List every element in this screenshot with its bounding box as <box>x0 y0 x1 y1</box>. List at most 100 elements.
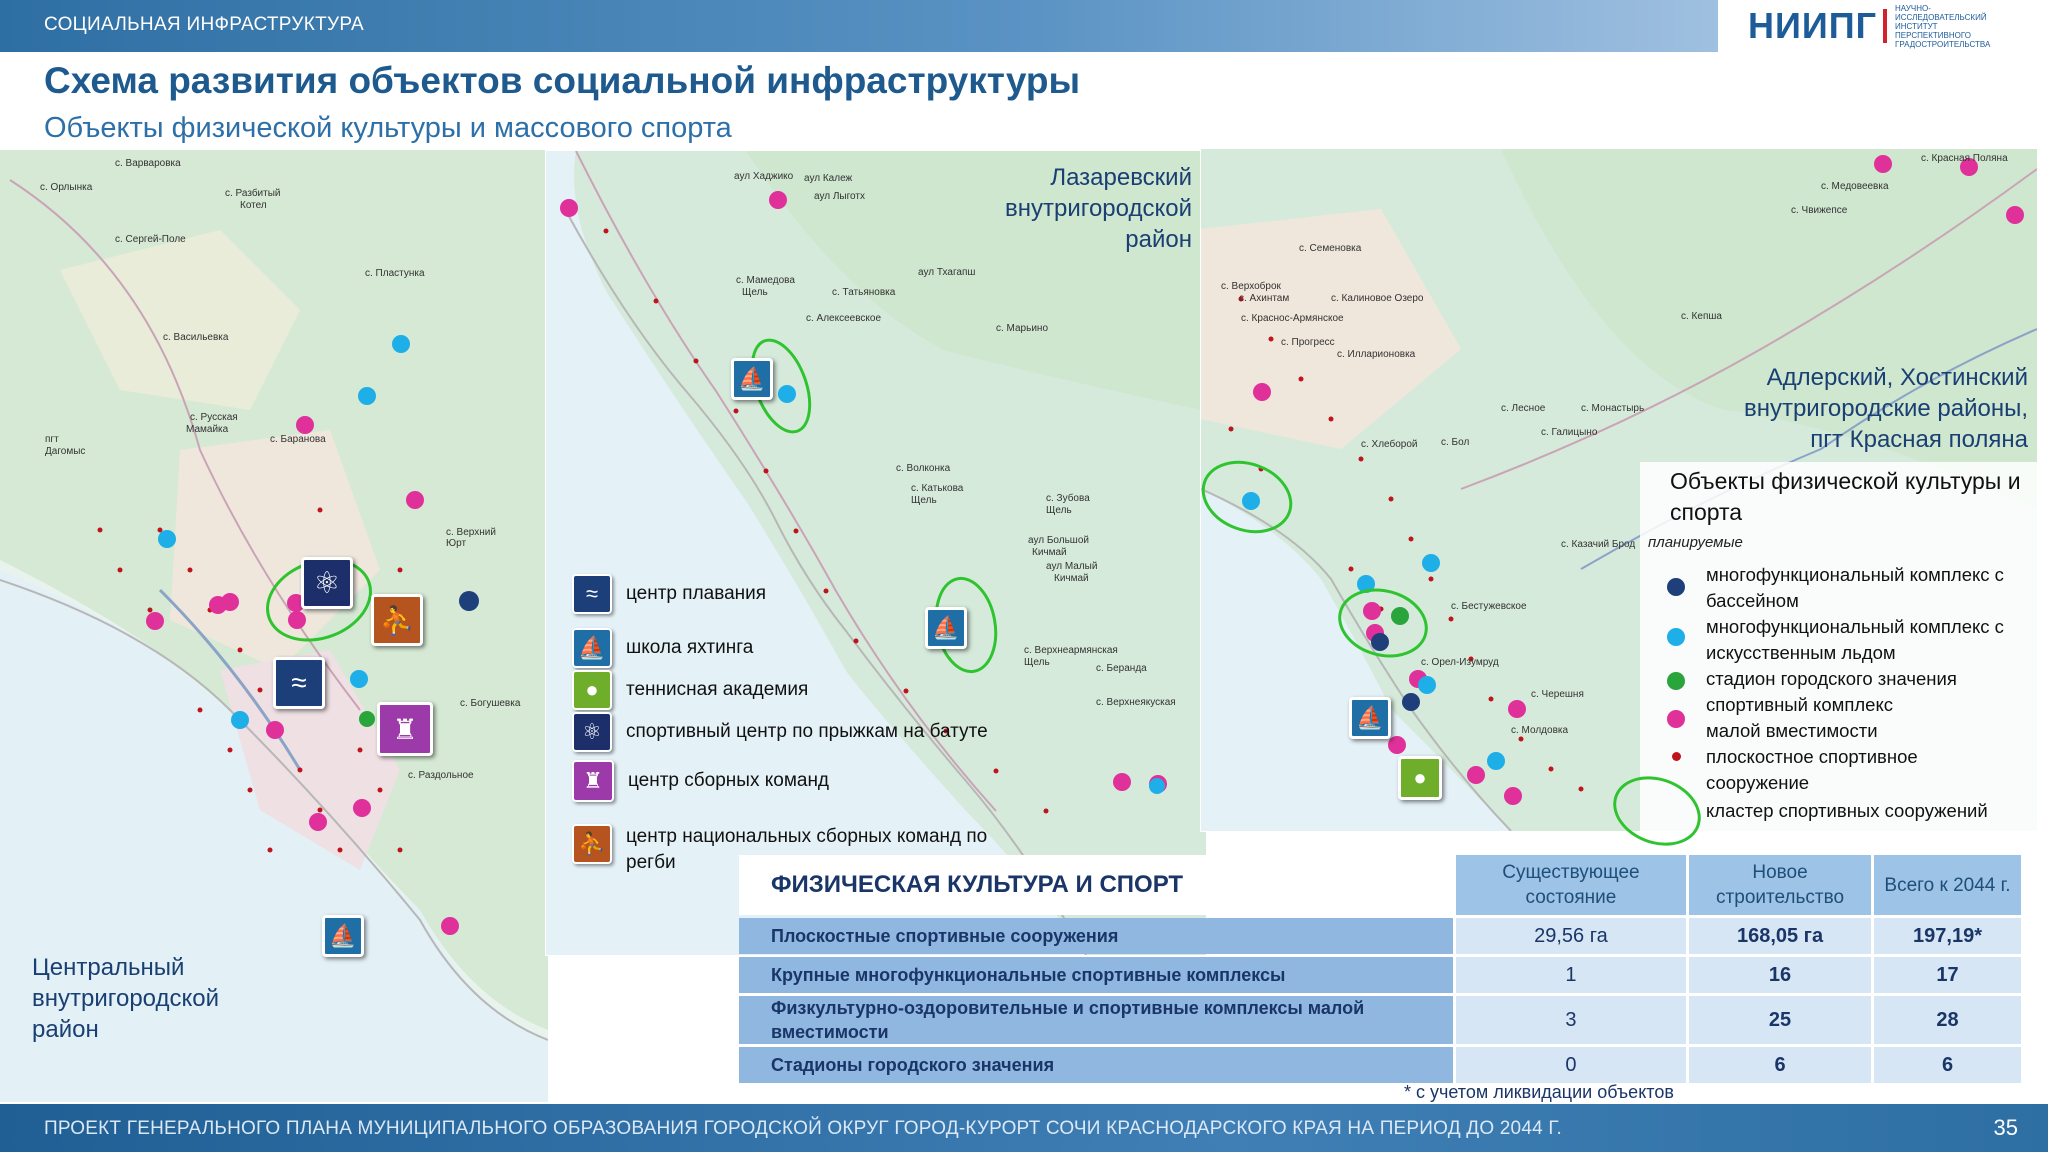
cell-total: 17 <box>1874 957 2021 993</box>
trampoline-jumper-icon: ⚛ <box>572 712 612 752</box>
region-adler-line2: внутригородские районы, <box>1743 395 2028 422</box>
table-row: Физкультурно-оздоровительные и спортивны… <box>739 996 2021 1044</box>
row-label: Физкультурно-оздоровительные и спортивны… <box>739 996 1453 1044</box>
svg-text:Кичмай: Кичмай <box>1054 573 1089 584</box>
svg-text:Мамайка: Мамайка <box>186 424 229 435</box>
svg-text:с. Татьяновка: с. Татьяновка <box>832 287 896 298</box>
svg-text:пгт: пгт <box>45 434 59 445</box>
svg-text:с. Мамедова: с. Мамедова <box>736 275 795 286</box>
cell-existing: 0 <box>1455 1047 1687 1083</box>
national-teams-castle-icon: ♜ <box>572 760 614 802</box>
svg-text:с. Лесное: с. Лесное <box>1501 403 1546 414</box>
legend-label-swimming: центр плавания <box>626 583 767 604</box>
table-header-row: ФИЗИЧЕСКАЯ КУЛЬТУРА И СПОРТ Существующее… <box>739 855 2021 915</box>
region-adler-line1: Адлерский, Хостинский <box>1766 364 2028 391</box>
region-adler: Адлерский, Хостинский внутригородские ра… <box>1658 362 2028 455</box>
cell-existing: 1 <box>1455 957 1687 993</box>
legend-cluster: кластер спортивных сооружений <box>1706 800 1988 821</box>
svg-text:аул Тхагапш: аул Тхагапш <box>918 267 975 278</box>
legend-small-complex: спортивный комплекс малой вместимости <box>1706 694 1894 741</box>
svg-text:с. Прогресс: с. Прогресс <box>1281 337 1335 348</box>
tennis-academy-marker: ● <box>1398 756 1442 800</box>
region-central-line1: Центральный <box>32 954 185 981</box>
svg-text:аул Малый: аул Малый <box>1046 561 1097 572</box>
cell-total: 28 <box>1874 996 2021 1044</box>
col-existing: Существующее состояние <box>1455 855 1687 915</box>
rugby-center-marker: ⛹ <box>371 594 423 646</box>
svg-text:с. Богушевка: с. Богушевка <box>460 698 521 709</box>
svg-text:с. Пластунка: с. Пластунка <box>365 268 425 279</box>
page-title: Схема развития объектов социальной инфра… <box>44 60 1081 101</box>
region-central: Центральный внутригородской район <box>32 952 219 1045</box>
svg-text:с. Бестужевское: с. Бестужевское <box>1451 601 1527 612</box>
cell-new: 25 <box>1689 996 1871 1044</box>
cell-new: 168,05 га <box>1689 918 1871 954</box>
col-total: Всего к 2044 г. <box>1874 855 2021 915</box>
cell-existing: 29,56 га <box>1455 918 1687 954</box>
page-number: 35 <box>1993 1115 2018 1140</box>
svg-text:Щель: Щель <box>1024 657 1050 668</box>
svg-text:Котел: Котел <box>240 200 267 211</box>
map-legend-subtitle: планируемые <box>1648 534 1743 551</box>
map-legend-title: Объекты физической культуры и спорта <box>1670 468 2021 525</box>
footer-bar: ПРОЕКТ ГЕНЕРАЛЬНОГО ПЛАНА МУНИЦИПАЛЬНОГО… <box>0 1104 2048 1152</box>
svg-text:с. Марьино: с. Марьино <box>996 323 1048 334</box>
svg-text:с. Илларионовка: с. Илларионовка <box>1337 349 1416 360</box>
logo-divider <box>1883 9 1888 43</box>
svg-text:с. Семеновка: с. Семеновка <box>1299 243 1362 254</box>
legend-ice-complex: многофункциональный комплекс с искусстве… <box>1706 616 2004 663</box>
svg-text:с. Баранова: с. Баранова <box>270 434 326 445</box>
svg-text:с. Раздольное: с. Раздольное <box>408 770 474 781</box>
svg-text:Щель: Щель <box>1046 505 1072 516</box>
svg-text:с. Катькова: с. Катькова <box>911 483 964 494</box>
svg-text:Юрт: Юрт <box>446 538 466 549</box>
stadium-dot <box>1667 672 1685 690</box>
legend-pool-complex: многофункциональный комплекс с бассейном <box>1706 564 2004 611</box>
svg-text:с. Ахинтам: с. Ахинтам <box>1239 293 1289 304</box>
svg-text:с. Волконка: с. Волконка <box>896 463 951 474</box>
svg-text:аул Хаджико: аул Хаджико <box>734 171 794 182</box>
svg-text:Дагомыс: Дагомыс <box>45 446 85 457</box>
svg-text:с. Орел-Изумруд: с. Орел-Изумруд <box>1421 657 1499 668</box>
region-central-line3: район <box>32 1016 99 1043</box>
svg-text:с. Сергей-Поле: с. Сергей-Поле <box>115 234 186 245</box>
trampoline-center-marker: ⚛ <box>301 557 353 609</box>
legend-label-trampoline: спортивный центр по прыжкам на батуте <box>626 721 988 742</box>
legend-label-national-teams: центр сборных команд <box>628 770 830 791</box>
region-central-line2: внутригородской <box>32 985 220 1012</box>
tennis-ball-icon: ● <box>572 670 612 710</box>
svg-text:с. Медовеевка: с. Медовеевка <box>1821 181 1889 192</box>
national-teams-marker: ♜ <box>377 702 433 756</box>
yacht-school-marker-adler: ⛵ <box>1349 697 1391 739</box>
svg-text:с. Русская: с. Русская <box>190 412 238 423</box>
svg-text:с. Васильевка: с. Васильевка <box>163 332 229 343</box>
row-label: Плоскостные спортивные сооружения <box>739 918 1453 954</box>
svg-text:с. Варваровка: с. Варваровка <box>115 158 181 169</box>
region-lazarevsky-line2: внутригородской <box>1004 195 1192 222</box>
legend-row-swimming: ≈ центр плавания <box>572 574 766 614</box>
region-lazarevsky-line3: район <box>1125 226 1192 253</box>
pool-complex-dot <box>1667 578 1685 596</box>
legend-row-trampoline: ⚛ спортивный центр по прыжкам на батуте <box>572 712 988 752</box>
svg-text:с. Казачий Брод: с. Казачий Брод <box>1561 539 1635 550</box>
svg-text:с. Верхний: с. Верхний <box>446 527 496 538</box>
svg-text:с. Беранда: с. Беранда <box>1096 663 1147 674</box>
region-adler-line3: пгт Красная поляна <box>1810 426 2028 453</box>
svg-text:Щель: Щель <box>911 495 937 506</box>
cell-existing: 3 <box>1455 996 1687 1044</box>
legend-row-tennis: ● теннисная академия <box>572 670 808 710</box>
sailboat-icon: ⛵ <box>572 628 612 668</box>
table-row: Плоскостные спортивные сооружения 29,56 … <box>739 918 2021 954</box>
svg-text:с. Галицыно: с. Галицыно <box>1541 427 1598 438</box>
legend-row-national-teams: ♜ центр сборных команд <box>572 760 829 802</box>
logo-subtitle: НАУЧНО-ИССЛЕДОВАТЕЛЬСКИЙ ИНСТИТУТ ПЕРСПЕ… <box>1895 3 1991 49</box>
yacht-school-marker-lazarevsky-2: ⛵ <box>925 607 967 649</box>
stats-table: ФИЗИЧЕСКАЯ КУЛЬТУРА И СПОРТ Существующее… <box>736 852 2024 1086</box>
svg-text:с. Верхоброк: с. Верхоброк <box>1221 280 1282 292</box>
region-lazarevsky: Лазаревский внутригородской район <box>1002 162 1192 255</box>
niipg-logo: НИИПГ НАУЧНО-ИССЛЕДОВАТЕЛЬСКИЙ ИНСТИТУТ … <box>1748 3 2015 49</box>
legend-stadium: стадион городского значения <box>1706 668 1957 689</box>
legend-label-tennis: теннисная академия <box>626 679 809 700</box>
svg-text:Кичмай: Кичмай <box>1032 547 1067 558</box>
svg-text:с. Молдовка: с. Молдовка <box>1511 725 1568 736</box>
